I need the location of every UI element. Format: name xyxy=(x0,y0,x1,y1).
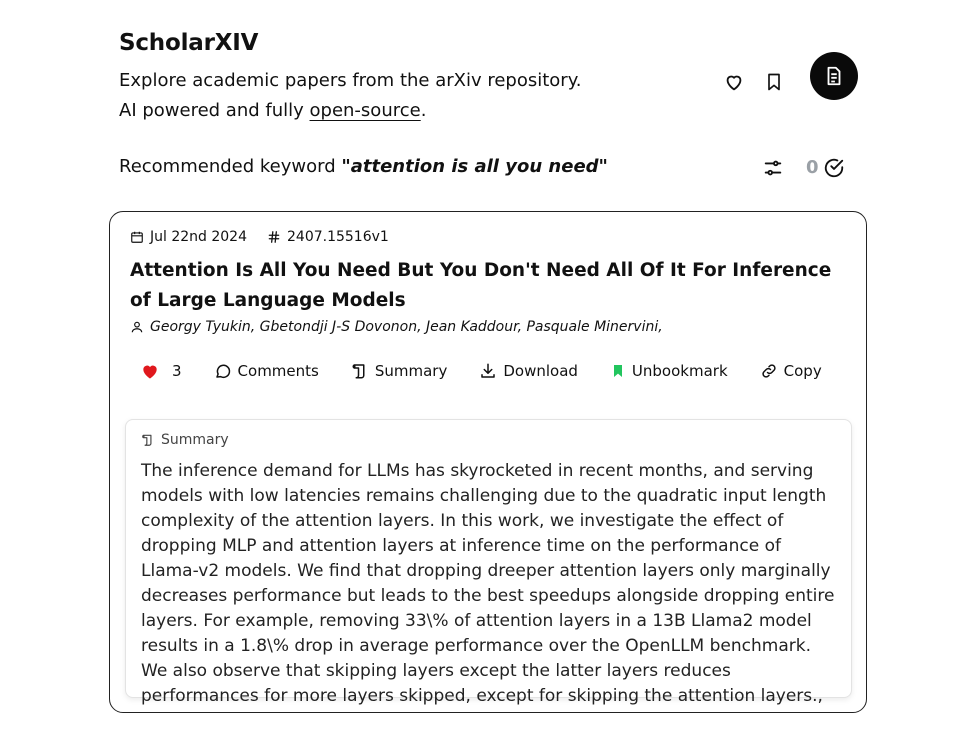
paper-id: 2407.15516v1 xyxy=(267,229,389,245)
user-icon xyxy=(131,321,143,333)
paper-actions: 3 Comments Summary Download Unbookmark C… xyxy=(140,361,822,381)
comments-label: Comments xyxy=(237,362,319,380)
favorites-button[interactable] xyxy=(722,70,746,94)
summary-label: Summary xyxy=(374,362,448,380)
like-count: 3 xyxy=(172,362,182,380)
bookmark-icon xyxy=(768,73,780,91)
tagline: Explore academic papers from the arXiv r… xyxy=(119,66,639,126)
tagline-line-1: Explore academic papers from the arXiv r… xyxy=(119,70,582,91)
open-source-link[interactable]: open-source xyxy=(310,100,421,121)
paper-date: Jul 22nd 2024 xyxy=(130,229,247,245)
bookmark-filled-icon xyxy=(613,365,622,377)
scroll-icon xyxy=(142,434,152,446)
summary-button[interactable]: Summary xyxy=(351,362,448,380)
read-count: 0 xyxy=(806,157,819,178)
download-label: Download xyxy=(503,362,578,380)
paper-title[interactable]: Attention Is All You Need But You Don't … xyxy=(130,256,850,316)
summary-panel-header: Summary xyxy=(141,432,229,448)
check-circle-icon xyxy=(824,158,844,178)
unbookmark-button[interactable]: Unbookmark xyxy=(610,362,728,380)
app-title: ScholarXIV xyxy=(119,30,259,56)
download-button[interactable]: Download xyxy=(479,362,578,380)
paper-id-text: 2407.15516v1 xyxy=(287,229,389,245)
calendar-icon xyxy=(131,231,143,243)
paper-meta: Jul 22nd 2024 2407.15516v1 xyxy=(130,229,409,245)
link-icon xyxy=(762,364,776,378)
paper-authors-text: Georgy Tyukin, Gbetondji J-S Dovonon, Je… xyxy=(150,319,663,335)
copy-label: Copy xyxy=(783,362,822,380)
summary-panel-title: Summary xyxy=(161,432,229,448)
recommended-keyword-value[interactable]: "attention is all you need" xyxy=(341,156,608,177)
sliders-icon xyxy=(764,160,782,176)
heart-filled-icon xyxy=(143,365,157,379)
recommended-keyword: Recommended keyword "attention is all yo… xyxy=(119,156,608,177)
like-button[interactable]: 3 xyxy=(140,361,182,381)
scroll-icon xyxy=(352,364,365,379)
hash-icon xyxy=(268,231,280,243)
heart-icon xyxy=(726,75,742,91)
download-icon xyxy=(481,363,496,378)
paper-authors: Georgy Tyukin, Gbetondji J-S Dovonon, Je… xyxy=(130,319,663,335)
filter-button[interactable] xyxy=(761,156,785,180)
message-circle-icon xyxy=(215,364,230,378)
summary-text: The inference demand for LLMs has skyroc… xyxy=(141,461,835,706)
tagline-prefix: AI powered and fully xyxy=(119,100,310,121)
user-avatar[interactable] xyxy=(810,52,858,100)
tagline-suffix: . xyxy=(420,100,427,121)
mark-read-button[interactable] xyxy=(822,156,846,180)
unbookmark-label: Unbookmark xyxy=(631,362,728,380)
tagline-line-2: AI powered and fully open-source. xyxy=(119,96,639,126)
document-avatar-icon xyxy=(827,66,841,86)
copy-button[interactable]: Copy xyxy=(760,362,822,380)
bookmarks-button[interactable] xyxy=(762,70,786,94)
paper-date-text: Jul 22nd 2024 xyxy=(150,229,247,245)
comments-button[interactable]: Comments xyxy=(214,362,319,380)
recommended-label: Recommended keyword xyxy=(119,156,342,177)
